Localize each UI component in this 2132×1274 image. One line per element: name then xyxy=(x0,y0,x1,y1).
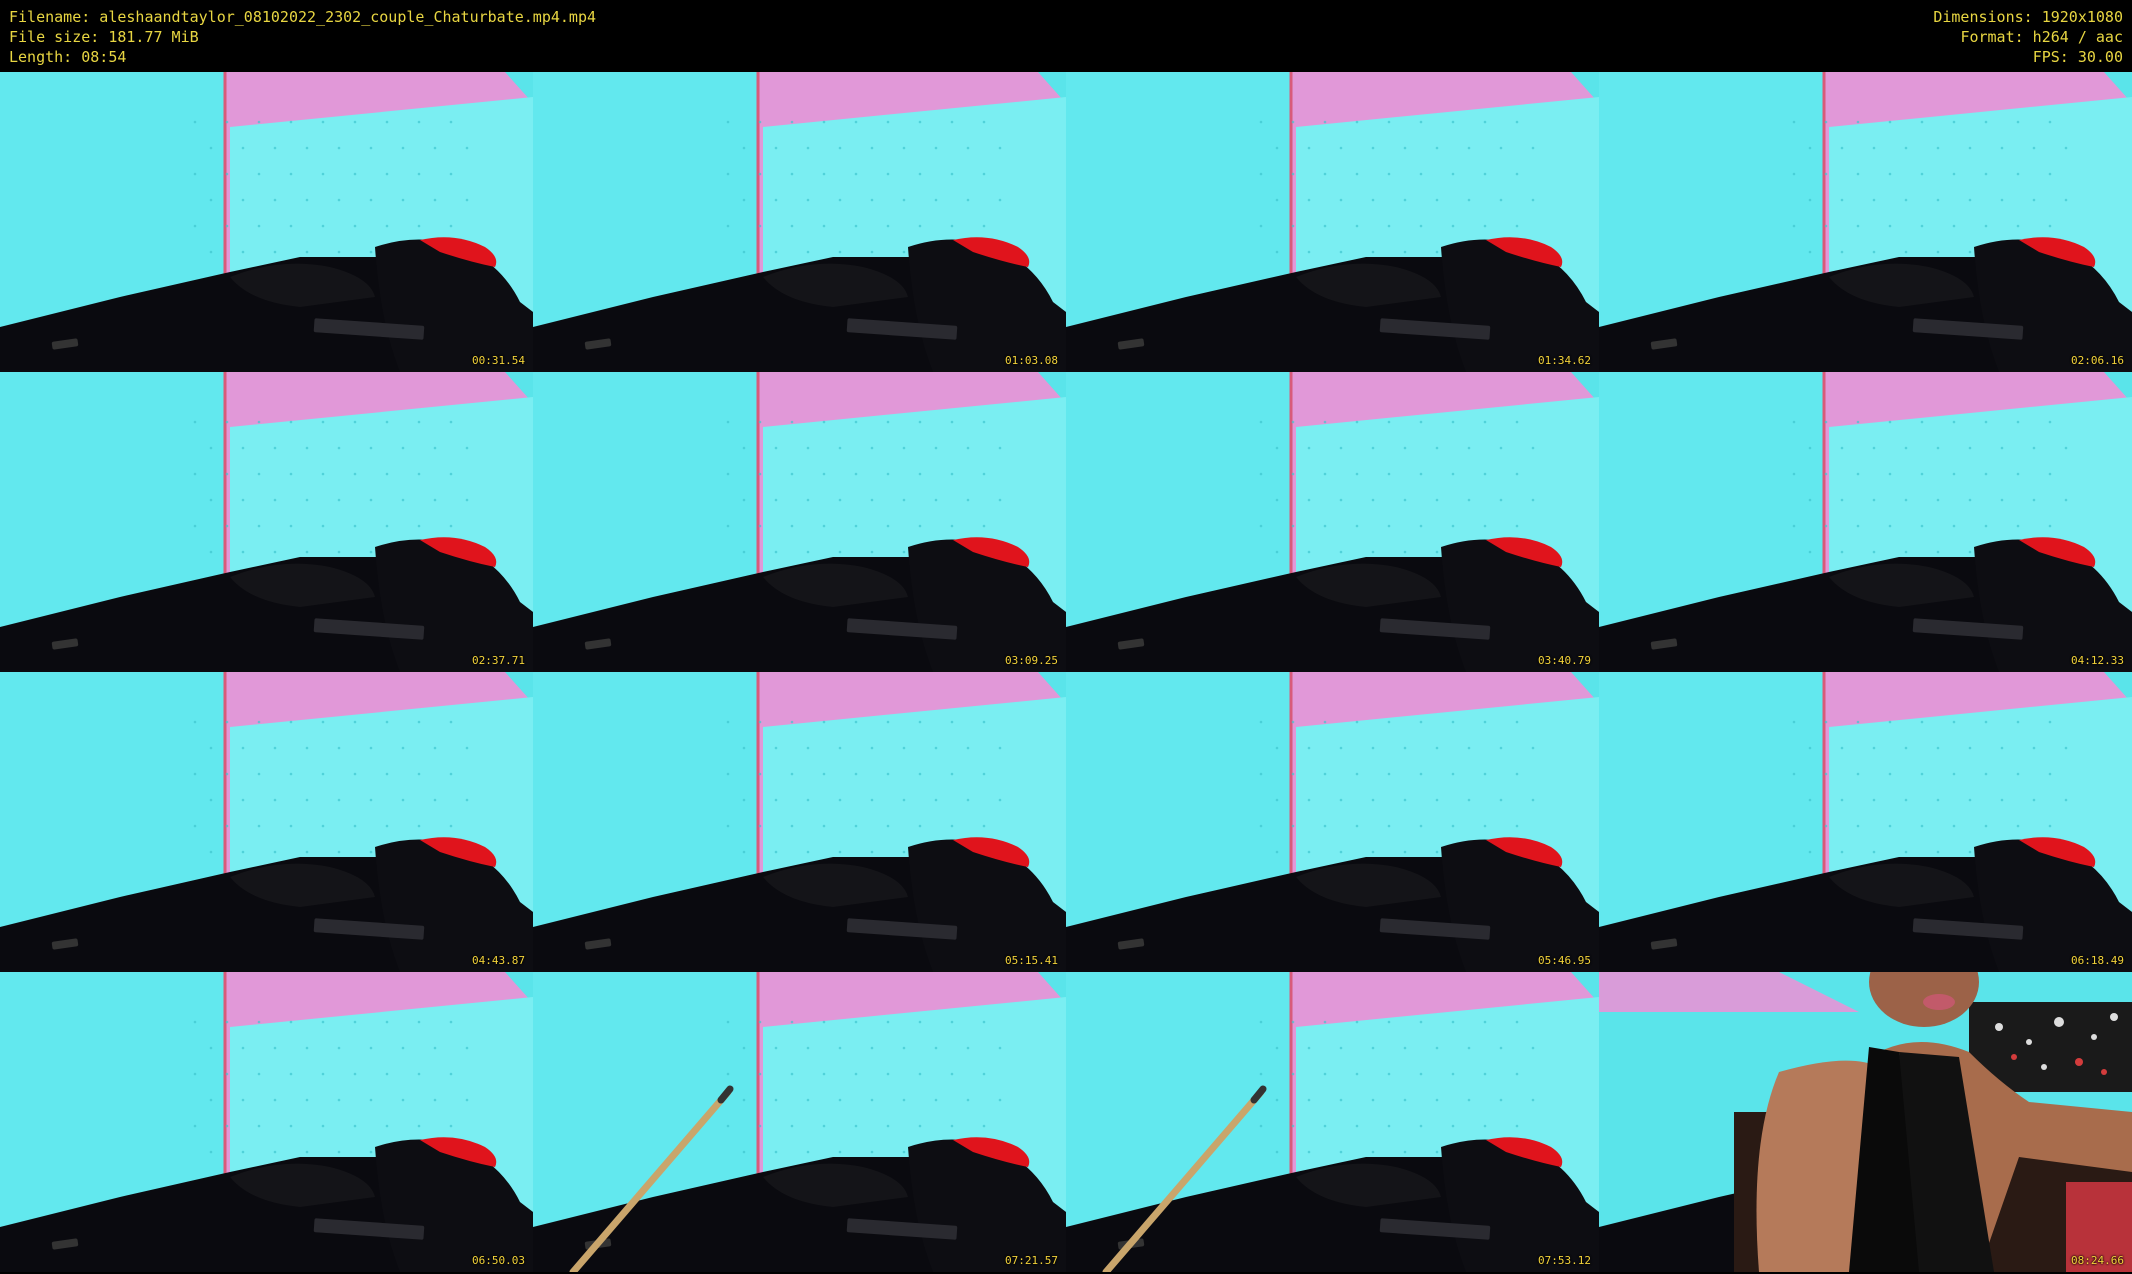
info-header: Filename: aleshaandtaylor_08102022_2302_… xyxy=(0,0,2132,72)
thumbnail[interactable]: 04:12.33 xyxy=(1599,372,2132,672)
timestamp-label: 01:03.08 xyxy=(1005,354,1058,367)
timestamp-label: 06:50.03 xyxy=(472,1254,525,1267)
dimensions-text: Dimensions: 1920x1080 xyxy=(1933,8,2123,26)
thumbnail[interactable]: 02:06.16 xyxy=(1599,72,2132,372)
filename-text: Filename: aleshaandtaylor_08102022_2302_… xyxy=(9,8,596,26)
video-frame-image xyxy=(533,672,1066,972)
thumbnail[interactable]: 01:34.62 xyxy=(1066,72,1599,372)
video-frame-image xyxy=(1599,372,2132,672)
timestamp-label: 07:53.12 xyxy=(1538,1254,1591,1267)
video-frame-image xyxy=(533,972,1066,1272)
video-frame-image xyxy=(1066,372,1599,672)
timestamp-label: 07:21.57 xyxy=(1005,1254,1058,1267)
fps-text: FPS: 30.00 xyxy=(2032,48,2123,66)
timestamp-label: 01:34.62 xyxy=(1538,354,1591,367)
timestamp-label: 04:43.87 xyxy=(472,954,525,967)
filesize-text: File size: 181.77 MiB xyxy=(9,28,199,46)
length-text: Length: 08:54 xyxy=(9,48,127,66)
video-frame-image xyxy=(0,372,533,672)
thumbnail[interactable]: 04:43.87 xyxy=(0,672,533,972)
video-frame-image xyxy=(533,372,1066,672)
thumbnail[interactable]: 05:46.95 xyxy=(1066,672,1599,972)
timestamp-label: 00:31.54 xyxy=(472,354,525,367)
thumbnail[interactable]: 06:18.49 xyxy=(1599,672,2132,972)
video-frame-image xyxy=(1066,72,1599,372)
thumbnail[interactable]: 02:37.71 xyxy=(0,372,533,672)
timestamp-label: 06:18.49 xyxy=(2071,954,2124,967)
video-frame-image xyxy=(0,672,533,972)
video-frame-image xyxy=(1599,972,2132,1272)
format-text: Format: h264 / aac xyxy=(1960,28,2123,46)
thumbnail[interactable]: 03:09.25 xyxy=(533,372,1066,672)
timestamp-label: 02:06.16 xyxy=(2071,354,2124,367)
timestamp-label: 04:12.33 xyxy=(2071,654,2124,667)
timestamp-label: 05:15.41 xyxy=(1005,954,1058,967)
video-frame-image xyxy=(1599,72,2132,372)
timestamp-label: 03:40.79 xyxy=(1538,654,1591,667)
thumbnail[interactable]: 08:24.66 xyxy=(1599,972,2132,1272)
thumbnail[interactable]: 05:15.41 xyxy=(533,672,1066,972)
video-frame-image xyxy=(1066,672,1599,972)
video-frame-image xyxy=(0,72,533,372)
timestamp-label: 03:09.25 xyxy=(1005,654,1058,667)
video-frame-image xyxy=(0,972,533,1272)
thumbnail[interactable]: 06:50.03 xyxy=(0,972,533,1272)
video-frame-image xyxy=(533,72,1066,372)
timestamp-label: 08:24.66 xyxy=(2071,1254,2124,1267)
timestamp-label: 02:37.71 xyxy=(472,654,525,667)
thumbnail-grid: 00:31.54 01:03.08 01:34.62 02:06.16 02:3… xyxy=(0,72,2132,1274)
thumbnail[interactable]: 07:21.57 xyxy=(533,972,1066,1272)
video-frame-image xyxy=(1599,672,2132,972)
video-info: Dimensions: 1920x1080 Format: h264 / aac… xyxy=(1933,7,2123,67)
thumbnail[interactable]: 00:31.54 xyxy=(0,72,533,372)
thumbnail[interactable]: 03:40.79 xyxy=(1066,372,1599,672)
file-info: Filename: aleshaandtaylor_08102022_2302_… xyxy=(9,7,596,67)
timestamp-label: 05:46.95 xyxy=(1538,954,1591,967)
thumbnail[interactable]: 01:03.08 xyxy=(533,72,1066,372)
thumbnail[interactable]: 07:53.12 xyxy=(1066,972,1599,1272)
video-frame-image xyxy=(1066,972,1599,1272)
